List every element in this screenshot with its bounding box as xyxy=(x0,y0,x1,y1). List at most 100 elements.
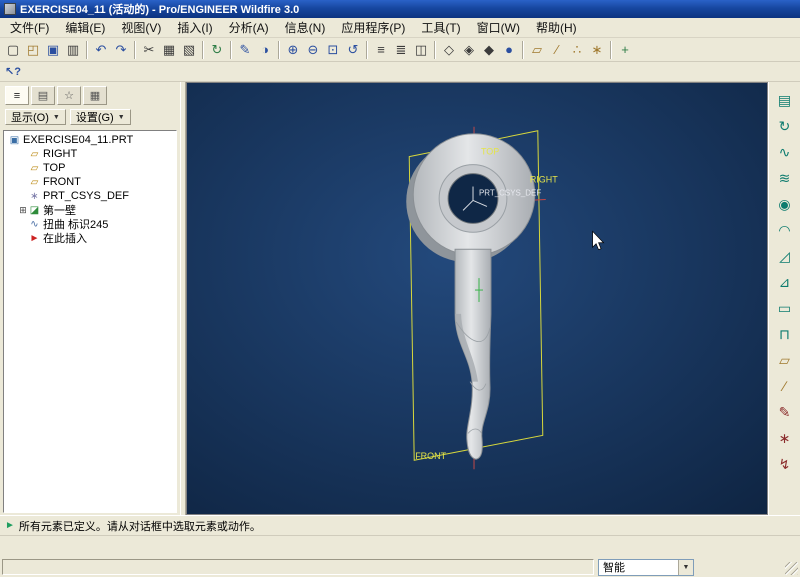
tree-item-right[interactable]: ▱ RIGHT xyxy=(4,147,176,161)
menu-insert[interactable]: 插入(I) xyxy=(169,17,220,38)
tab-history[interactable]: ▦ xyxy=(83,86,107,105)
wireframe-button[interactable]: ◇ xyxy=(439,40,459,60)
title-bar[interactable]: EXERCISE04_11 (活动的) - Pro/ENGINEER Wildf… xyxy=(0,0,800,18)
sketch-tool-button[interactable]: ✎ xyxy=(773,400,797,424)
extrude-tool-button[interactable]: ▤ xyxy=(773,88,797,112)
wall-feature-icon: ◪ xyxy=(28,205,41,216)
tree-item-label: FRONT xyxy=(41,176,81,188)
datum-plane-toggle[interactable]: ▱ xyxy=(527,40,547,60)
tree-item-twist-245[interactable]: ∿ 扭曲 标识245 xyxy=(4,217,176,231)
menu-analysis[interactable]: 分析(A) xyxy=(221,17,277,38)
datum-point-toggle[interactable]: ∴ xyxy=(567,40,587,60)
layers-button[interactable]: ≣ xyxy=(391,40,411,60)
tree-item-first-wall[interactable]: ⊞ ◪ 第一壁 xyxy=(4,203,176,217)
context-help-button[interactable]: ↖? xyxy=(3,62,23,82)
right-plane-label: RIGHT xyxy=(530,175,558,185)
datum-plane-icon: ▱ xyxy=(28,149,41,160)
tree-item-top[interactable]: ▱ TOP xyxy=(4,161,176,175)
caret-down-icon: ▼ xyxy=(53,114,60,121)
menu-edit[interactable]: 编辑(E) xyxy=(57,17,113,38)
secondary-toolbar: ↖? xyxy=(0,62,800,82)
tab-model-tree[interactable]: ≡ xyxy=(5,86,29,105)
shade-button[interactable]: ◑ xyxy=(255,40,275,60)
shaded-view-button[interactable]: ● xyxy=(499,40,519,60)
show-menu-label: 显示(O) xyxy=(11,109,49,125)
tree-item-label: PRT_CSYS_DEF xyxy=(41,190,129,202)
tree-root-label: EXERCISE04_11.PRT xyxy=(21,134,133,146)
caret-down-icon[interactable]: ▼ xyxy=(678,560,693,575)
tab-favorites[interactable]: ☆ xyxy=(57,86,81,105)
zoom-out-button[interactable]: ⊖ xyxy=(303,40,323,60)
caret-down-icon: ▼ xyxy=(118,114,125,121)
redo-button[interactable]: ↷ xyxy=(111,40,131,60)
tree-toolbar: 显示(O) ▼ 设置(G) ▼ xyxy=(0,106,180,128)
tab-folder-browser[interactable]: ▤ xyxy=(31,86,55,105)
draft-tool-button[interactable]: ⊿ xyxy=(773,270,797,294)
status-bar: 智能 ▼ xyxy=(0,557,800,577)
main-toolbar: ▢ ◰ ▣ ▥ ↶ ↷ ✂ ▦ ▧ ↻ ✎ ◑ xyxy=(0,38,800,62)
no-hidden-button[interactable]: ◆ xyxy=(479,40,499,60)
print-button[interactable]: ▥ xyxy=(63,40,83,60)
tree-item-front[interactable]: ▱ FRONT xyxy=(4,175,176,189)
view-manager-button[interactable]: ◫ xyxy=(411,40,431,60)
datum-axis-toggle[interactable]: ∕ xyxy=(547,40,567,60)
regenerate-button[interactable]: ↻ xyxy=(207,40,227,60)
save-button[interactable]: ▣ xyxy=(43,40,63,60)
open-file-button[interactable]: ◰ xyxy=(23,40,43,60)
hidden-line-button[interactable]: ◈ xyxy=(459,40,479,60)
menu-view[interactable]: 视图(V) xyxy=(113,17,169,38)
saved-views-button[interactable]: ≡ xyxy=(371,40,391,60)
show-menu-button[interactable]: 显示(O) ▼ xyxy=(5,109,66,125)
toolbar-separator xyxy=(278,41,280,59)
sweep-tool-button[interactable]: ∿ xyxy=(773,140,797,164)
csys-tool-button[interactable]: ↯ xyxy=(773,452,797,476)
menu-window[interactable]: 窗口(W) xyxy=(469,17,528,38)
graphics-area[interactable]: TOP RIGHT FRONT PRT_CSYS_DEF xyxy=(186,82,768,515)
datum-axis-tool-button[interactable]: ∕ xyxy=(773,374,797,398)
hole-tool-button[interactable]: ◉ xyxy=(773,192,797,216)
toolbar-separator xyxy=(202,41,204,59)
app-window: EXERCISE04_11 (活动的) - Pro/ENGINEER Wildf… xyxy=(0,0,800,577)
resize-grip[interactable] xyxy=(785,562,798,575)
copy-button[interactable]: ▦ xyxy=(159,40,179,60)
round-tool-button[interactable]: ◠ xyxy=(773,218,797,242)
tree-item-label: TOP xyxy=(41,162,65,174)
new-file-button[interactable]: ▢ xyxy=(3,40,23,60)
status-bar-end xyxy=(698,559,798,575)
refit-button[interactable]: ⊡ xyxy=(323,40,343,60)
csys-display-toggle[interactable]: ∗ xyxy=(587,40,607,60)
datum-point-tool-button[interactable]: ∗ xyxy=(773,426,797,450)
menu-help[interactable]: 帮助(H) xyxy=(528,17,585,38)
cut-button[interactable]: ✂ xyxy=(139,40,159,60)
selection-filter-combo[interactable]: 智能 ▼ xyxy=(598,559,694,576)
tree-item-csys[interactable]: ∗ PRT_CSYS_DEF xyxy=(4,189,176,203)
tree-root-item[interactable]: ▣ EXERCISE04_11.PRT xyxy=(4,133,176,147)
navigator-panel: ≡ ▤ ☆ ▦ 显示(O) ▼ 设置(G) ▼ xyxy=(0,82,180,515)
coordinate-system-icon: ∗ xyxy=(28,191,41,202)
toolbar-separator xyxy=(230,41,232,59)
reorient-button[interactable]: ↺ xyxy=(343,40,363,60)
spin-center-toggle[interactable]: + xyxy=(615,40,635,60)
paste-button[interactable]: ▧ xyxy=(179,40,199,60)
menu-applications[interactable]: 应用程序(P) xyxy=(333,17,413,38)
blend-tool-button[interactable]: ≋ xyxy=(773,166,797,190)
rib-tool-button[interactable]: ⊓ xyxy=(773,322,797,346)
model-tree: ▣ EXERCISE04_11.PRT ▱ RIGHT ▱ xyxy=(3,130,177,513)
menu-info[interactable]: 信息(N) xyxy=(277,17,334,38)
undo-button[interactable]: ↶ xyxy=(91,40,111,60)
repaint-button[interactable]: ✎ xyxy=(235,40,255,60)
csys-label: PRT_CSYS_DEF xyxy=(479,188,541,197)
toolbar-separator xyxy=(434,41,436,59)
revolve-tool-button[interactable]: ↻ xyxy=(773,114,797,138)
menu-file[interactable]: 文件(F) xyxy=(2,17,57,38)
chamfer-tool-button[interactable]: ◿ xyxy=(773,244,797,268)
3d-viewport-canvas[interactable]: TOP RIGHT FRONT PRT_CSYS_DEF xyxy=(187,83,767,514)
navigator-tabs: ≡ ▤ ☆ ▦ xyxy=(0,86,180,106)
zoom-in-button[interactable]: ⊕ xyxy=(283,40,303,60)
shell-tool-button[interactable]: ▭ xyxy=(773,296,797,320)
settings-menu-button[interactable]: 设置(G) ▼ xyxy=(70,109,131,125)
menu-tools[interactable]: 工具(T) xyxy=(413,17,468,38)
datum-plane-tool-button[interactable]: ▱ xyxy=(773,348,797,372)
toolbar-separator xyxy=(610,41,612,59)
tree-item-insert-here[interactable]: ► 在此插入 xyxy=(4,231,176,245)
